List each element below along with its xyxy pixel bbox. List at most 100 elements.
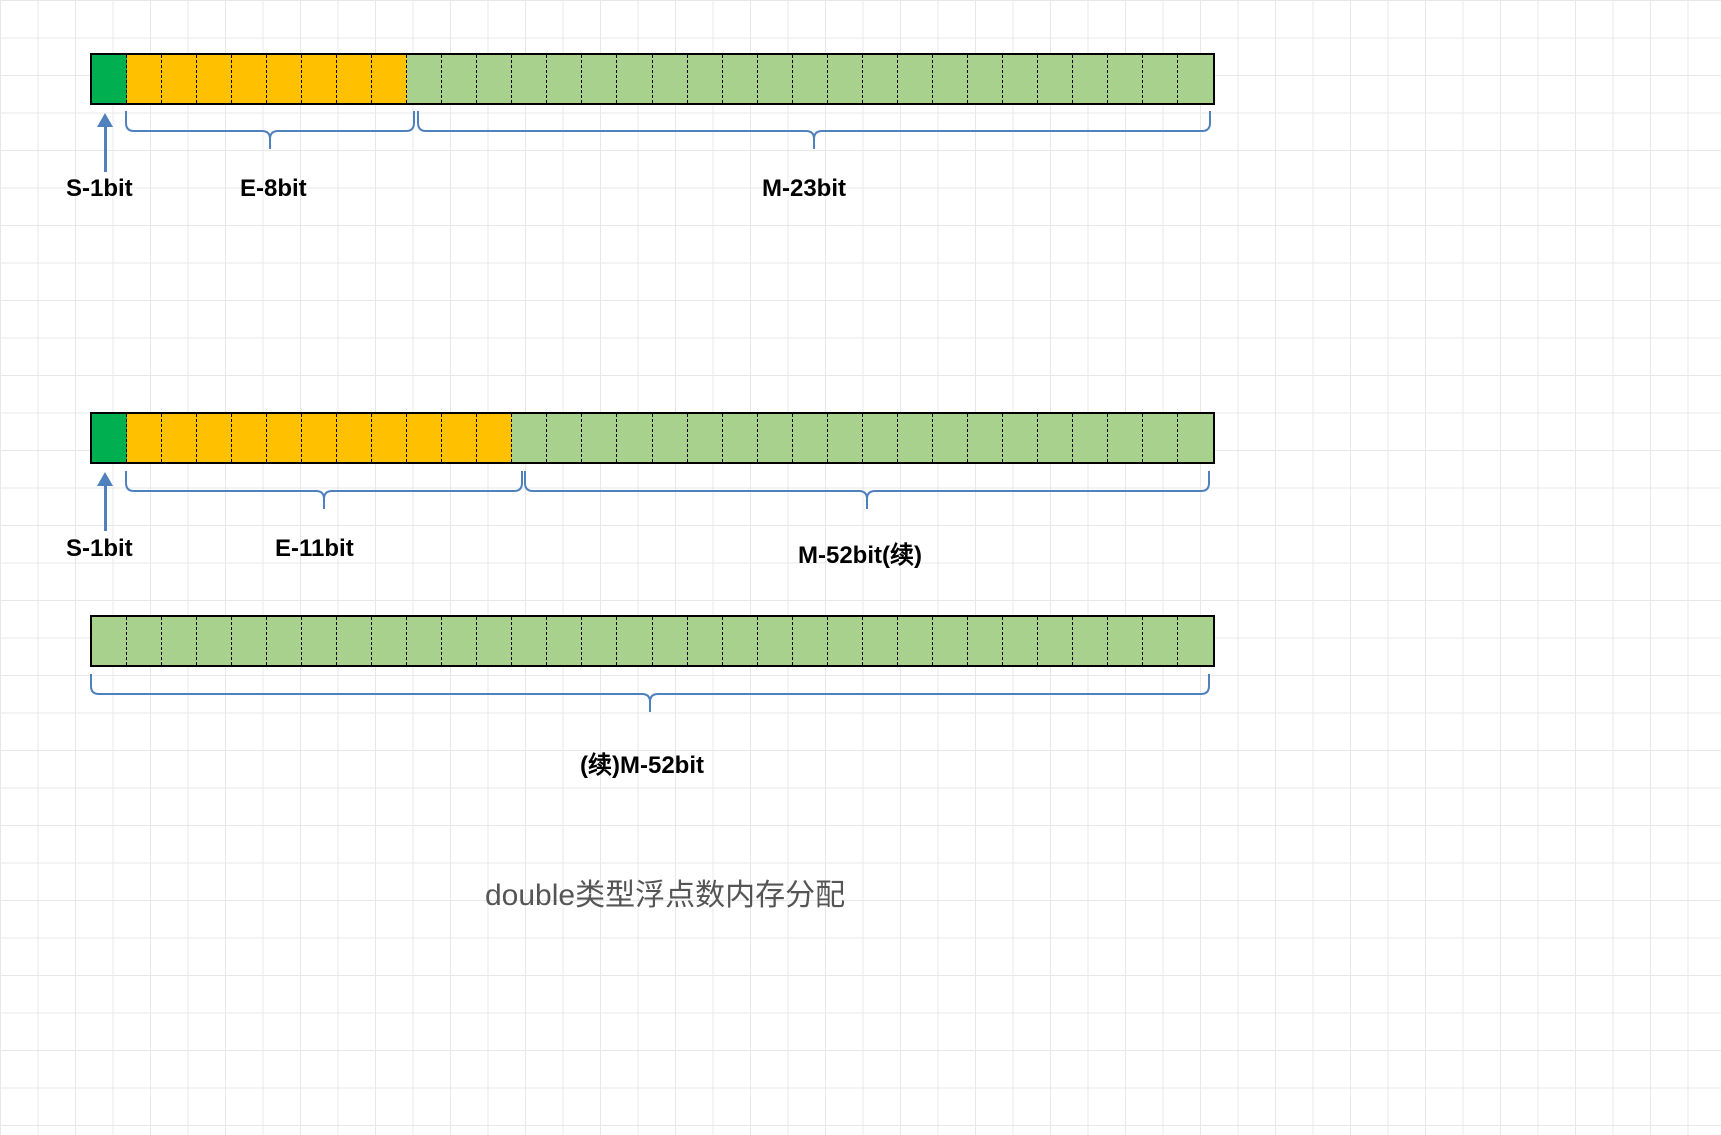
bit-cell [232,617,267,665]
bit-cell [793,414,828,462]
bit-cell [968,617,1003,665]
label-s-1: S-1bit [66,175,133,203]
arrow-sign-1 [97,113,113,127]
bit-cell [828,55,863,103]
bit-cell [512,55,547,103]
bit-cell [688,414,723,462]
bit-cell [547,617,582,665]
bit-cell [828,414,863,462]
bit-cell [758,55,793,103]
bit-cell [162,414,197,462]
bitrow-float32 [90,53,1215,105]
label-s-2: S-1bit [66,535,133,563]
bit-cell [898,414,933,462]
brace-mantissa-2 [524,470,1217,520]
bit-cell [1003,617,1038,665]
bit-cell [442,617,477,665]
bit-cell [793,55,828,103]
bit-cell [1108,414,1143,462]
bit-cell [933,55,968,103]
bit-cell [407,414,442,462]
bit-cell [1108,55,1143,103]
bit-cell [127,617,162,665]
bit-cell [1073,414,1108,462]
bit-cell [372,617,407,665]
bit-cell [1143,414,1178,462]
bit-cell [1073,617,1108,665]
bit-cell [407,617,442,665]
bit-cell [442,414,477,462]
bit-cell [1108,617,1143,665]
bit-cell [337,617,372,665]
brace-mantissa-3 [90,673,1217,723]
caption: double类型浮点数内存分配 [485,870,845,914]
bit-cell [688,55,723,103]
bit-cell [933,617,968,665]
bit-cell [793,617,828,665]
bit-cell [127,55,162,103]
bit-cell [92,617,127,665]
bit-cell [1143,55,1178,103]
bit-cell [302,55,337,103]
arrow-sign-1-stem [104,126,107,172]
bit-cell [1178,617,1213,665]
bit-cell [1178,55,1213,103]
bit-cell [302,617,337,665]
label-m-1: M-23bit [762,175,846,203]
bitrow-double-cont [90,615,1215,667]
bit-cell [302,414,337,462]
brace-exponent-2 [125,470,529,520]
bit-cell [1038,617,1073,665]
bit-cell [1143,617,1178,665]
bit-cell [617,55,652,103]
bit-cell [267,617,302,665]
bit-cell [653,617,688,665]
bit-cell [547,414,582,462]
bit-cell [92,55,127,103]
bit-cell [512,414,547,462]
bit-cell [337,414,372,462]
bit-cell [127,414,162,462]
bit-cell [547,55,582,103]
bit-cell [162,617,197,665]
bit-cell [688,617,723,665]
bit-cell [197,617,232,665]
bit-cell [723,617,758,665]
bit-cell [898,617,933,665]
brace-exponent-1 [125,110,422,160]
bit-cell [337,55,372,103]
bit-cell [407,55,442,103]
label-e-1: E-8bit [240,175,307,203]
label-m-3: (续)M-52bit [580,745,704,780]
bit-cell [267,55,302,103]
bit-cell [512,617,547,665]
label-m-2: M-52bit(续) [798,535,922,570]
bit-cell [617,414,652,462]
bitrow-double-top [90,412,1215,464]
bit-cell [162,55,197,103]
bit-cell [1003,414,1038,462]
bit-cell [898,55,933,103]
arrow-sign-2 [97,472,113,486]
bit-cell [1178,414,1213,462]
bit-cell [232,55,267,103]
bit-cell [197,55,232,103]
bit-cell [863,617,898,665]
bit-cell [1038,55,1073,103]
bit-cell [267,414,302,462]
bit-cell [863,55,898,103]
bit-cell [723,414,758,462]
bit-cell [477,617,512,665]
bit-cell [723,55,758,103]
bit-cell [758,617,793,665]
brace-mantissa-1 [417,110,1217,160]
bit-cell [653,414,688,462]
bit-cell [197,414,232,462]
bit-cell [617,617,652,665]
label-e-2: E-11bit [275,535,354,563]
bit-cell [372,55,407,103]
bit-cell [477,55,512,103]
bit-cell [1038,414,1073,462]
bit-cell [372,414,407,462]
bit-cell [232,414,267,462]
